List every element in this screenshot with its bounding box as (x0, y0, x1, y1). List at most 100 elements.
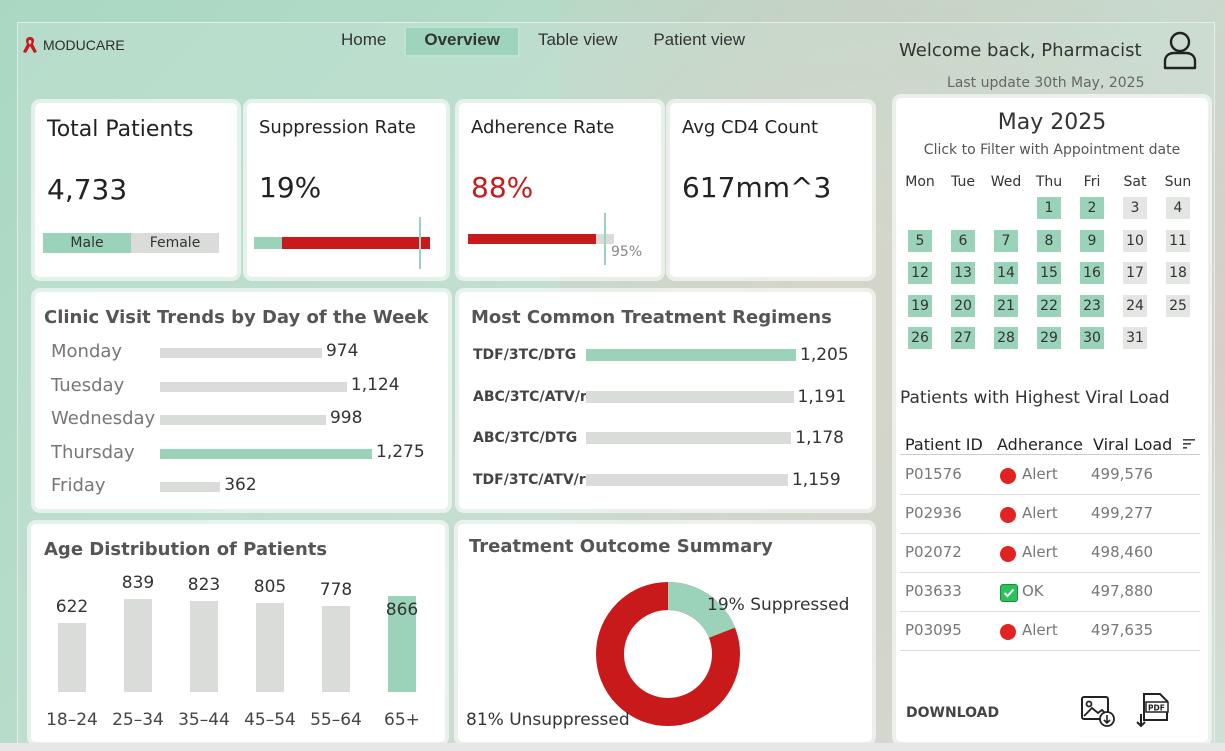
female-segment[interactable]: Female (131, 233, 219, 253)
age-category: 65+ (384, 710, 420, 730)
regimen-value: 1,205 (800, 345, 849, 365)
regimen-bar[interactable] (586, 390, 794, 403)
visit-bar[interactable] (160, 381, 347, 392)
calendar-day[interactable]: 7 (994, 229, 1018, 252)
logo: MODUCARE (22, 36, 125, 54)
table-row[interactable]: P03633 OK 497,880 (900, 572, 1200, 612)
calendar-day[interactable]: 2 (1080, 197, 1104, 219)
regimen-label: TDF/3TC/DTG (473, 347, 577, 363)
visit-bar[interactable] (160, 348, 322, 358)
calendar-day[interactable]: 12 (908, 262, 932, 284)
tab-table-view[interactable]: Table view (520, 26, 635, 53)
tab-overview[interactable]: Overview (404, 26, 520, 57)
calendar-day[interactable]: 21 (994, 294, 1018, 317)
calendar-day[interactable]: 29 (1037, 327, 1061, 349)
calendar-day[interactable]: 13 (951, 262, 975, 284)
user-icon[interactable] (1162, 30, 1198, 70)
regimen-label: ABC/3TC/DTG (473, 430, 578, 446)
visit-value: 1,275 (376, 441, 425, 462)
calendar-day[interactable]: 25 (1166, 294, 1190, 317)
calendar-day[interactable]: 15 (1037, 262, 1061, 284)
calendar-day[interactable]: 6 (951, 229, 975, 252)
last-update-text: Last update 30th May, 2025 (947, 75, 1145, 91)
regimen-bar[interactable] (586, 432, 792, 444)
regimen-value: 1,191 (797, 386, 847, 407)
visit-day-label: Wednesday (51, 408, 156, 429)
calendar-day[interactable]: 11 (1166, 229, 1190, 252)
calendar-day[interactable]: 10 (1123, 229, 1147, 252)
calendar-day[interactable]: 1 (1037, 197, 1061, 219)
download-pdf-icon[interactable]: PDF (1136, 692, 1172, 730)
calendar-weekday: Sat (1123, 174, 1147, 190)
total-patients-title: Total Patients (47, 117, 194, 142)
age-bar[interactable] (322, 605, 350, 692)
calendar-day[interactable]: 22 (1037, 294, 1061, 317)
sort-icon[interactable] (1183, 438, 1197, 450)
visit-bar[interactable] (160, 482, 221, 492)
viral-load-title: Patients with Highest Viral Load (900, 388, 1170, 408)
col-adherance[interactable]: Adherance (997, 435, 1083, 454)
check-icon (1000, 584, 1018, 602)
age-distribution-card: Age Distribution of Patients 622 18–24 839… (31, 524, 445, 742)
regimens-card: Most Common Treatment Regimens TDF/3TC/D… (459, 292, 872, 509)
adherence-bar-fill (468, 234, 597, 244)
calendar-day[interactable]: 27 (951, 327, 975, 349)
unsuppressed-label: 81% Unsuppressed (466, 710, 630, 730)
age-bar[interactable] (58, 623, 86, 692)
calendar-weekday: Tue (951, 174, 975, 190)
calendar-day[interactable]: 3 (1123, 197, 1147, 219)
table-row[interactable]: P02072 Alert 498,460 (900, 533, 1200, 573)
calendar-day[interactable]: 30 (1080, 327, 1104, 349)
table-row[interactable]: P03095 Alert 497,635 (900, 611, 1200, 651)
calendar-day[interactable]: 31 (1123, 327, 1147, 349)
suppression-bar-fill (254, 237, 282, 249)
regimen-bar[interactable] (586, 473, 788, 486)
calendar-day[interactable]: 5 (908, 229, 932, 252)
tab-home[interactable]: Home (323, 26, 404, 53)
male-segment[interactable]: Male (43, 233, 131, 253)
age-bar[interactable] (190, 600, 218, 692)
calendar-day[interactable]: 14 (994, 262, 1018, 284)
adherence-rate-title: Adherence Rate (471, 117, 615, 138)
col-viral-load[interactable]: Viral Load (1093, 435, 1172, 454)
table-row[interactable]: P01576 Alert 499,576 (900, 455, 1200, 495)
calendar-day[interactable]: 4 (1166, 197, 1190, 219)
adherance-status-cell: Alert (1022, 504, 1058, 522)
adherance-status-cell: Alert (1022, 465, 1058, 483)
calendar-day[interactable]: 17 (1123, 262, 1147, 284)
calendar-day[interactable]: 24 (1123, 294, 1147, 317)
regimen-value: 1,178 (795, 428, 844, 448)
calendar-day[interactable]: 9 (1080, 229, 1104, 252)
patient-id-cell: P01576 (905, 465, 962, 483)
adherance-status-cell: Alert (1022, 621, 1058, 639)
visit-value: 362 (224, 475, 257, 495)
patient-id-cell: P03633 (905, 582, 962, 600)
table-row[interactable]: P02936 Alert 499,277 (900, 494, 1200, 534)
calendar-day[interactable]: 16 (1080, 262, 1104, 284)
visit-day-label: Friday (51, 475, 106, 496)
age-category: 45–54 (244, 710, 296, 730)
calendar-day[interactable]: 23 (1080, 294, 1104, 317)
visit-value: 974 (325, 341, 359, 361)
regimen-label: ABC/3TC/ATV/r (473, 388, 587, 405)
viral-load-cell: 499,576 (1091, 465, 1154, 483)
age-value: 622 (55, 597, 89, 618)
visit-bar[interactable] (160, 415, 326, 425)
calendar-day[interactable]: 18 (1166, 262, 1190, 284)
calendar-day[interactable]: 26 (908, 327, 932, 349)
regimen-bar[interactable] (586, 349, 796, 361)
age-bar[interactable] (124, 598, 152, 692)
tab-patient-view[interactable]: Patient view (635, 26, 763, 53)
calendar-day[interactable]: 8 (1037, 229, 1061, 252)
avg-cd4-value: 617mm^3 (682, 171, 832, 204)
age-bar[interactable] (256, 602, 284, 692)
calendar-day[interactable]: 28 (994, 327, 1018, 349)
col-patient-id[interactable]: Patient ID (905, 435, 983, 454)
calendar-day[interactable]: 20 (951, 294, 975, 317)
avg-cd4-title: Avg CD4 Count (682, 117, 819, 138)
calendar-day[interactable]: 19 (908, 294, 932, 317)
adherance-status-cell: Alert (1022, 543, 1058, 561)
visit-trends-card: Clinic Visit Trends by Day of the Week M… (35, 292, 448, 509)
download-image-icon[interactable] (1080, 694, 1116, 728)
visit-bar[interactable] (160, 448, 372, 459)
